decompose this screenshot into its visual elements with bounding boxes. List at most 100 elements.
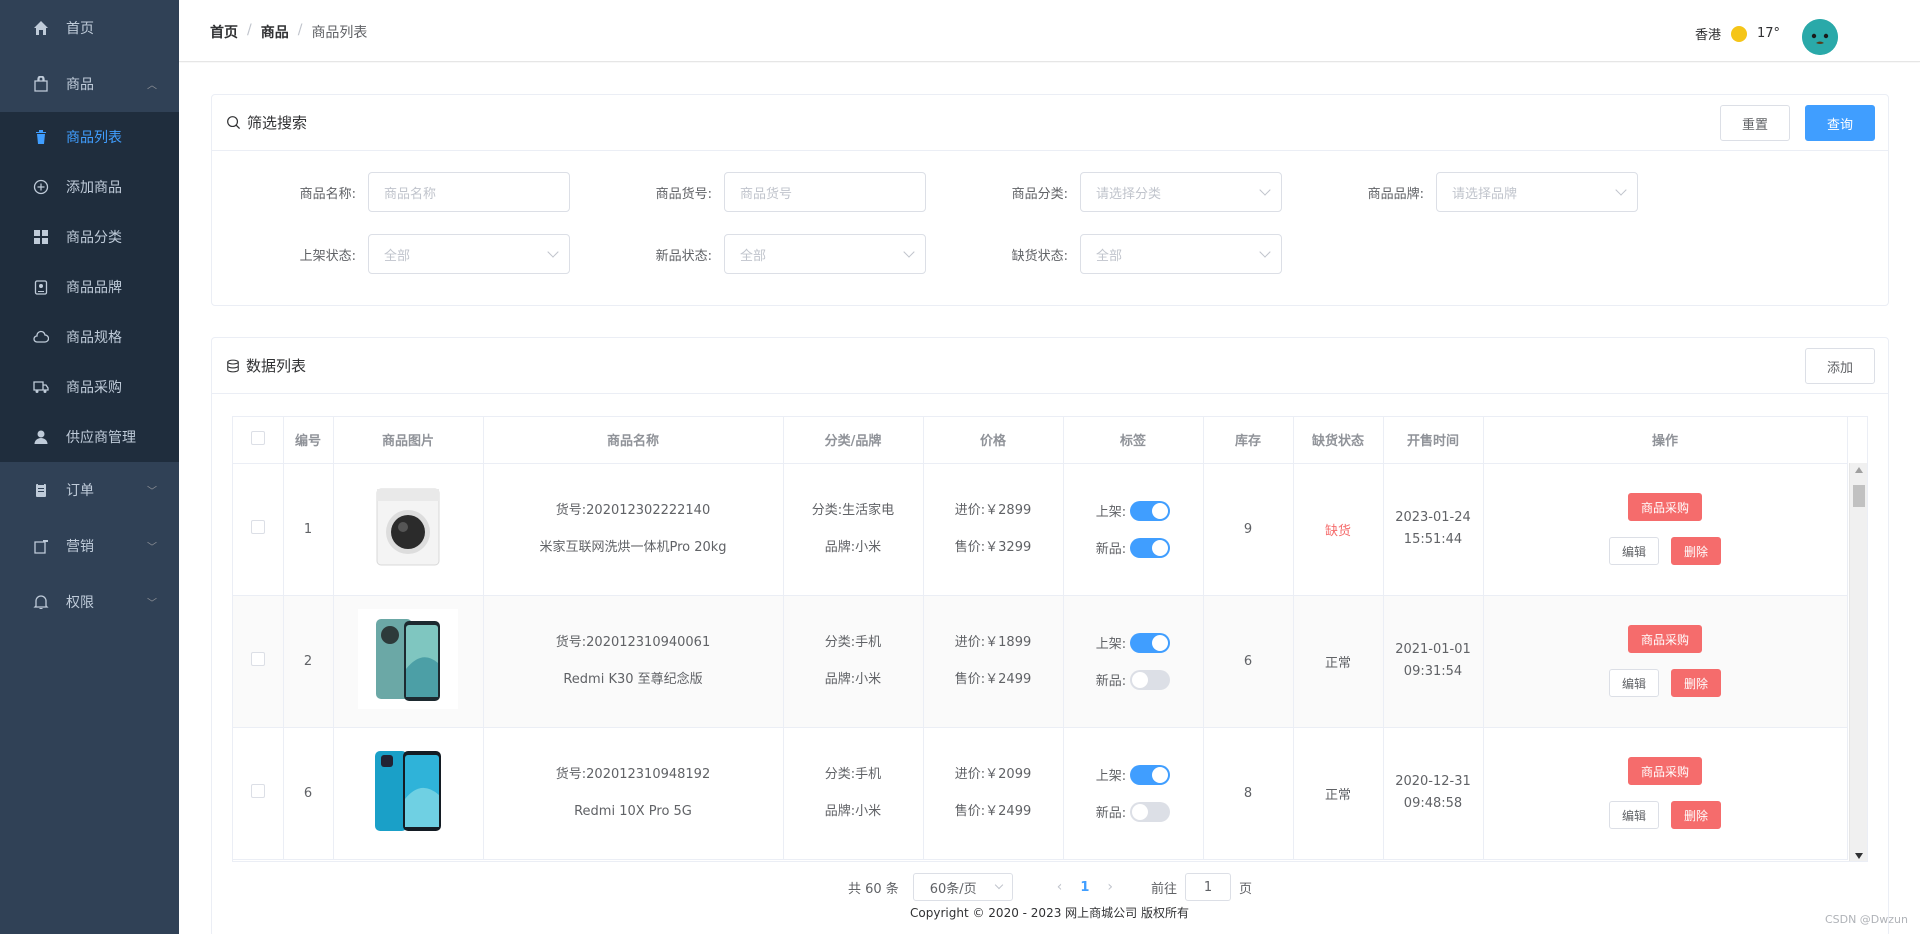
- tag-cell: 上架: 新品:: [1063, 595, 1204, 728]
- goods-brand: 品牌:小米: [824, 540, 882, 555]
- price-cell: 进价:￥2899 售价:￥3299: [923, 463, 1064, 596]
- ops-row: 编辑 删除: [1608, 801, 1722, 829]
- image-cell: [333, 595, 484, 728]
- sidebar-item-spec[interactable]: 商品规格: [0, 312, 179, 362]
- sidebar-item-supplier[interactable]: 供应商管理: [0, 412, 179, 462]
- ops-group: 商品采购 编辑 删除: [1484, 493, 1847, 565]
- sidebar-item-goods-list[interactable]: 商品列表: [0, 112, 179, 162]
- shelf-tag: 上架:: [1064, 492, 1203, 529]
- category-brand-cell: 分类:手机 品牌:小米: [783, 595, 924, 728]
- page-unit: 页: [1239, 881, 1253, 897]
- delete-button[interactable]: 删除: [1671, 801, 1722, 829]
- menu-marketing[interactable]: 营销 ﹀: [0, 518, 179, 574]
- sidebar-item-purchase[interactable]: 商品采购: [0, 362, 179, 412]
- row-checkbox[interactable]: [250, 652, 265, 666]
- query-button[interactable]: 查询: [1805, 105, 1875, 141]
- list-title: 数据列表: [246, 357, 307, 375]
- ops-row: 编辑 删除: [1608, 537, 1722, 565]
- menu-label: 商品: [66, 77, 94, 93]
- menu-permission[interactable]: 权限 ﹀: [0, 574, 179, 630]
- row-checkbox[interactable]: [250, 784, 265, 798]
- menu-home[interactable]: 首页: [0, 0, 179, 56]
- chevron-down-icon: [1615, 184, 1627, 196]
- shelf-tag: 上架:: [1064, 756, 1203, 793]
- purchase-button[interactable]: 商品采购: [1627, 493, 1702, 521]
- page-size-select[interactable]: 60条/页: [912, 873, 1013, 901]
- sidebar-item-category[interactable]: 商品分类: [0, 212, 179, 262]
- truck-icon: [32, 378, 50, 396]
- row-select-cell: [233, 463, 284, 596]
- goods-category: 分类:手机: [824, 767, 882, 782]
- goto-page-input[interactable]: 1: [1185, 873, 1232, 901]
- avatar[interactable]: [1802, 19, 1838, 55]
- breadcrumb-separator: /: [247, 22, 252, 38]
- filter-row-1: 商品名称: 商品名称 商品货号: 商品货号 商品分类: 请选择分类 商品品牌: …: [258, 172, 1638, 212]
- stock-status-cell: 正常: [1293, 595, 1384, 728]
- table-scrollbar[interactable]: [1849, 463, 1867, 861]
- new-status-select[interactable]: 全部: [724, 234, 926, 274]
- new-switch[interactable]: [1130, 669, 1171, 690]
- delete-button[interactable]: 删除: [1671, 669, 1722, 697]
- new-switch[interactable]: [1130, 537, 1171, 558]
- cost-price: 进价:￥1899: [954, 635, 1032, 650]
- menu-order[interactable]: 订单 ﹀: [0, 462, 179, 518]
- shelf-switch[interactable]: [1130, 632, 1171, 653]
- shelf-switch[interactable]: [1130, 500, 1171, 521]
- column-header: 分类/品牌: [783, 417, 924, 464]
- pagination: 共 60 条 60条/页 ‹ 1 › 前往 1 页: [212, 873, 1888, 901]
- goods-sn: 货号:202012310940061: [555, 635, 711, 650]
- select-all-checkbox[interactable]: [250, 430, 265, 445]
- edit-button[interactable]: 编辑: [1608, 801, 1659, 829]
- sidebar-item-brand[interactable]: 商品品牌: [0, 262, 179, 312]
- goods-sn-input[interactable]: 商品货号: [724, 172, 926, 212]
- new-tag: 新品:: [1064, 529, 1203, 566]
- total-count: 共 60 条: [847, 881, 899, 897]
- washing-machine-image[interactable]: [375, 487, 441, 567]
- category-select[interactable]: 请选择分类: [1080, 172, 1282, 212]
- breadcrumb-home[interactable]: 首页: [210, 22, 238, 42]
- goods-table: 编号 商品图片 商品名称 分类/品牌 价格 标签 库存 缺货状态 开售时间 操作: [232, 416, 1868, 862]
- sidebar-item-add-goods[interactable]: 添加商品: [0, 162, 179, 212]
- sale-price: 售价:￥2499: [954, 804, 1032, 819]
- sale-date: 2021-01-01: [1395, 642, 1471, 657]
- ops-cell: 商品采购 编辑 删除: [1483, 595, 1848, 728]
- phone-image[interactable]: [358, 609, 458, 709]
- edit-button[interactable]: 编辑: [1608, 669, 1659, 697]
- row-select-cell: [233, 727, 284, 860]
- ops-cell: 商品采购 编辑 删除: [1483, 727, 1848, 860]
- edit-button[interactable]: 编辑: [1608, 537, 1659, 565]
- reset-button[interactable]: 重置: [1720, 105, 1790, 141]
- shelf-status-select[interactable]: 全部: [368, 234, 570, 274]
- sale-time: 09:31:54: [1403, 664, 1463, 679]
- breadcrumb-goods[interactable]: 商品: [261, 22, 289, 42]
- goods-category: 分类:手机: [824, 635, 882, 650]
- shelf-switch[interactable]: [1130, 764, 1171, 785]
- purchase-button[interactable]: 商品采购: [1627, 625, 1702, 653]
- scroll-thumb[interactable]: [1853, 485, 1865, 507]
- goods-name-input[interactable]: 商品名称: [368, 172, 570, 212]
- page-number[interactable]: 1: [1080, 880, 1089, 895]
- new-switch[interactable]: [1130, 801, 1171, 822]
- phone-image[interactable]: [373, 749, 443, 833]
- sun-icon: [1730, 25, 1747, 42]
- field-label: 缺货状态:: [1011, 248, 1068, 264]
- name-cell: 货号:202012310948192 Redmi 10X Pro 5G: [483, 727, 784, 860]
- scroll-down-icon[interactable]: [1855, 853, 1863, 859]
- delete-button[interactable]: 删除: [1671, 537, 1722, 565]
- id-cell: 1: [283, 463, 334, 596]
- brand-select[interactable]: 请选择品牌: [1436, 172, 1638, 212]
- scroll-up-icon[interactable]: [1855, 467, 1863, 473]
- purchase-button[interactable]: 商品采购: [1627, 757, 1702, 785]
- row-checkbox[interactable]: [250, 520, 265, 534]
- column-header: 商品图片: [333, 417, 484, 464]
- add-button[interactable]: 添加: [1805, 348, 1875, 384]
- breadcrumb: 首页 / 商品 / 商品列表: [210, 22, 367, 42]
- menu-goods[interactable]: 商品 ︿: [0, 56, 179, 112]
- prev-page-icon[interactable]: ‹: [1057, 879, 1063, 895]
- placeholder: 全部: [1096, 248, 1123, 264]
- next-page-icon[interactable]: ›: [1107, 879, 1113, 895]
- menu-label: 商品采购: [66, 380, 122, 396]
- stock-status-select[interactable]: 全部: [1080, 234, 1282, 274]
- cost-price: 进价:￥2099: [954, 767, 1032, 782]
- chevron-down-icon: [1259, 246, 1271, 258]
